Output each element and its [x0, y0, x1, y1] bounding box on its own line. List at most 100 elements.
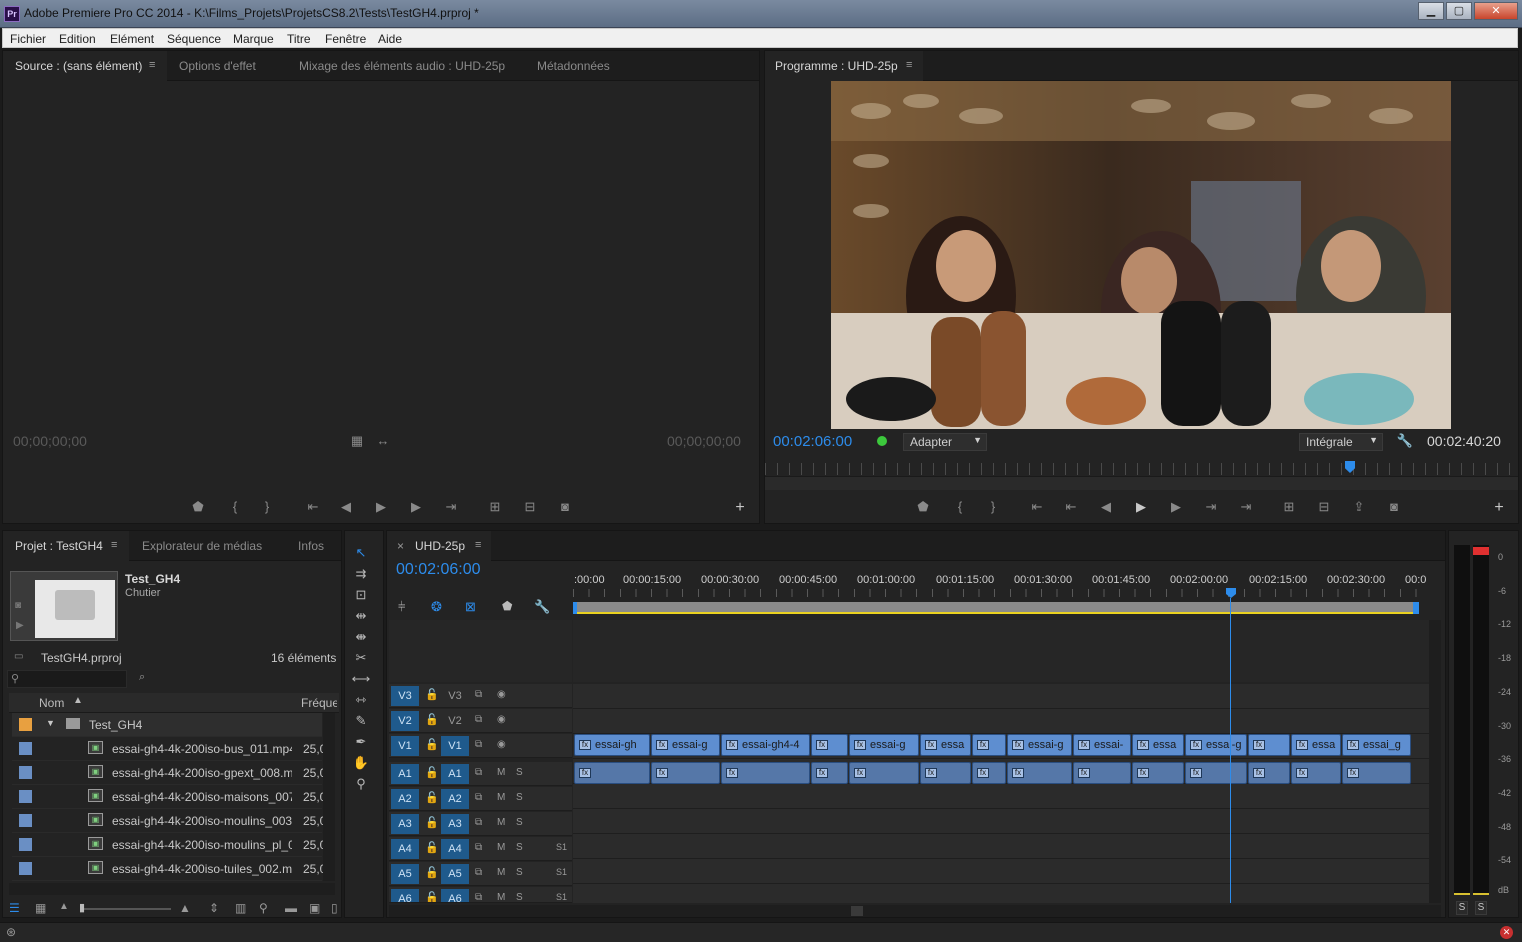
- track-header-a3[interactable]: A3 🔓 A3 ⧉ M S: [389, 812, 572, 836]
- track-header-a1[interactable]: A1 🔓 A1 ⧉ M S: [389, 762, 572, 786]
- menu-titre[interactable]: Titre: [287, 32, 311, 46]
- menu-element[interactable]: Elément: [110, 32, 154, 46]
- close-button[interactable]: ✕: [1474, 2, 1518, 20]
- playhead-line[interactable]: [1230, 598, 1231, 903]
- pen-tool-icon[interactable]: ✎: [350, 713, 372, 731]
- menu-edition[interactable]: Edition: [59, 32, 96, 46]
- mute-button[interactable]: M: [497, 792, 505, 803]
- hand-icon[interactable]: ✋: [350, 755, 372, 773]
- export-frame-icon[interactable]: ◙: [555, 499, 575, 514]
- minimize-button[interactable]: ▁: [1418, 2, 1444, 20]
- new-item-icon[interactable]: ▣: [309, 901, 320, 915]
- label-swatch[interactable]: [19, 862, 32, 875]
- label-swatch[interactable]: [19, 790, 32, 803]
- previous-edit-icon[interactable]: ⇤: [1061, 499, 1081, 515]
- audio-clip[interactable]: fx: [849, 762, 919, 784]
- label-swatch[interactable]: [19, 814, 32, 827]
- lock-icon[interactable]: 🔓: [425, 866, 439, 879]
- tab-source[interactable]: Source : (sans élément): [15, 59, 142, 73]
- panel-menu-icon[interactable]: ≡: [149, 59, 155, 71]
- status-icon[interactable]: ⊛: [6, 925, 16, 939]
- solo-button[interactable]: S: [516, 842, 523, 853]
- go-to-out-icon[interactable]: ⇥: [1236, 499, 1256, 515]
- track-label-a1[interactable]: A1: [441, 764, 469, 784]
- sync-lock-icon[interactable]: ⧉: [475, 689, 482, 700]
- add-button-icon[interactable]: +: [730, 499, 750, 517]
- track-label-a4[interactable]: A4: [441, 839, 469, 859]
- scroll-thumb[interactable]: [851, 906, 863, 916]
- label-swatch[interactable]: [19, 742, 32, 755]
- zoom-in-icon[interactable]: ▲: [179, 901, 191, 915]
- video-clip[interactable]: fx essa: [1132, 734, 1184, 756]
- go-to-in-icon[interactable]: ⇤: [1027, 499, 1047, 515]
- audio-clip[interactable]: fx: [1185, 762, 1247, 784]
- video-clip[interactable]: fx essai_g: [1342, 734, 1411, 756]
- clip-indicator[interactable]: [1473, 547, 1489, 555]
- timeline-h-scrollbar[interactable]: [389, 905, 1441, 917]
- track-header-v2[interactable]: V2 🔓 V2 ⧉ ◉: [389, 709, 572, 733]
- track-header-a5[interactable]: A5 🔓 A5 ⧉ M S S1: [389, 862, 572, 886]
- solo-left-button[interactable]: S: [1456, 901, 1468, 915]
- video-clip[interactable]: fx: [972, 734, 1006, 756]
- track-header-v1[interactable]: V1 🔓 V1 ⧉ ◉: [389, 734, 572, 758]
- play-icon[interactable]: ▶: [371, 499, 391, 515]
- audio-clip[interactable]: fx: [1132, 762, 1184, 784]
- sync-lock-icon[interactable]: ⧉: [475, 892, 482, 902]
- snap-icon[interactable]: ⫩: [398, 599, 405, 615]
- insert-icon[interactable]: ⊞: [485, 499, 505, 515]
- tab-program[interactable]: Programme : UHD-25p: [775, 59, 898, 73]
- marker-icon[interactable]: ⬟: [188, 499, 208, 515]
- sync-lock-icon[interactable]: ⧉: [475, 767, 482, 778]
- mute-button[interactable]: M: [497, 767, 505, 778]
- solo-right-button[interactable]: S: [1475, 901, 1487, 915]
- lock-icon[interactable]: 🔓: [425, 738, 439, 751]
- track-target-v1[interactable]: V1: [391, 736, 419, 756]
- sync-lock-icon[interactable]: ⧉: [475, 739, 482, 750]
- zoom-out-icon[interactable]: ▲: [59, 901, 69, 912]
- work-area-out-handle[interactable]: [1413, 602, 1419, 614]
- track-header-v3[interactable]: V3 🔓 V3 ⧉ ◉: [389, 684, 572, 708]
- solo-button[interactable]: S: [516, 817, 523, 828]
- lock-icon[interactable]: 🔓: [425, 766, 439, 779]
- rate-stretch-icon[interactable]: ⇼: [350, 629, 372, 647]
- export-icon[interactable]: ⇪: [1349, 499, 1369, 515]
- track-header-a2[interactable]: A2 🔓 A2 ⧉ M S: [389, 787, 572, 811]
- audio-clip[interactable]: fx: [811, 762, 848, 784]
- lock-icon[interactable]: 🔓: [425, 791, 439, 804]
- tab-info[interactable]: Infos: [298, 539, 324, 553]
- next-edit-icon[interactable]: ⇥: [1201, 499, 1221, 515]
- lock-icon[interactable]: 🔓: [425, 713, 439, 726]
- video-clip[interactable]: fx essai-g: [1185, 734, 1247, 756]
- video-clip[interactable]: fx: [1248, 734, 1290, 756]
- audio-clip[interactable]: fx: [1291, 762, 1341, 784]
- list-item[interactable]: ▣ essai-gh4-4k-200iso-gpext_008.m 25,0: [12, 761, 323, 785]
- mute-button[interactable]: M: [497, 817, 505, 828]
- lock-icon[interactable]: 🔓: [425, 841, 439, 854]
- step-forward-icon[interactable]: ▶: [406, 499, 426, 515]
- timeline-current-timecode[interactable]: 00:02:06:00: [396, 561, 481, 579]
- project-h-scrollbar[interactable]: [9, 883, 335, 895]
- tab-project[interactable]: Projet : TestGH4: [15, 539, 103, 553]
- find-icon[interactable]: ⚲: [259, 901, 268, 915]
- program-zoom-bar[interactable]: [765, 476, 1518, 490]
- tab-metadata[interactable]: Métadonnées: [537, 59, 610, 73]
- mute-button[interactable]: M: [497, 842, 505, 853]
- extract-icon[interactable]: ⊟: [1314, 499, 1334, 515]
- slider-handle-icon[interactable]: ▮: [79, 901, 85, 914]
- export-frame-icon[interactable]: ◙: [1384, 499, 1404, 514]
- eye-icon[interactable]: ◉: [497, 739, 506, 750]
- track-target-v2[interactable]: V2: [391, 711, 419, 731]
- lift-icon[interactable]: ⊞: [1279, 499, 1299, 515]
- video-clip[interactable]: fx essa: [920, 734, 971, 756]
- video-clip[interactable]: fx: [811, 734, 848, 756]
- list-item[interactable]: ▣ essai-gh4-4k-200iso-moulins_pl_0 25,0: [12, 833, 323, 857]
- add-marker-icon[interactable]: ⬟: [502, 599, 512, 613]
- step-forward-icon[interactable]: ▶: [1166, 499, 1186, 515]
- close-sequence-icon[interactable]: ×: [397, 539, 404, 553]
- lock-icon[interactable]: 🔓: [425, 891, 439, 902]
- audio-clip[interactable]: fx: [1248, 762, 1290, 784]
- solo-button[interactable]: S: [516, 892, 523, 902]
- zoom-dropdown[interactable]: Adapter ▼: [903, 433, 987, 451]
- go-to-in-icon[interactable]: ⇤: [303, 499, 323, 515]
- solo-button[interactable]: S: [516, 792, 523, 803]
